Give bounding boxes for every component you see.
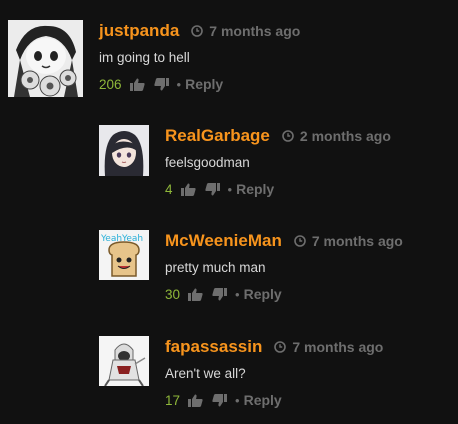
- username[interactable]: justpanda: [99, 21, 179, 41]
- clock-icon: [274, 341, 287, 353]
- vote-count: 17: [165, 392, 181, 408]
- separator-dot: •: [227, 181, 233, 197]
- reply-link[interactable]: Reply: [185, 76, 223, 92]
- thumbs-down-icon[interactable]: [204, 182, 220, 196]
- separator-dot: •: [235, 286, 240, 302]
- thumbs-up-icon[interactable]: [129, 78, 145, 91]
- username[interactable]: McWeenieMan: [165, 231, 282, 251]
- thumbs-down-icon[interactable]: [153, 77, 169, 91]
- avatar[interactable]: [8, 20, 83, 97]
- vote-count: 4: [165, 181, 173, 197]
- timestamp: 7 months ago: [292, 339, 384, 355]
- timestamp: 7 months ago: [311, 233, 403, 249]
- vote-count: 30: [165, 286, 181, 302]
- username[interactable]: RealGarbage: [165, 126, 270, 146]
- clock-icon: [191, 25, 204, 37]
- username[interactable]: fapassassin: [165, 337, 262, 357]
- comment-text: Aren't we all?: [165, 366, 246, 381]
- reply-link[interactable]: Reply: [244, 286, 282, 302]
- clock-icon: [294, 235, 306, 247]
- avatar[interactable]: YeahYeah: [99, 230, 149, 280]
- comment-text: feelsgoodman: [165, 155, 250, 170]
- avatar[interactable]: [99, 125, 149, 176]
- clock-icon: [282, 130, 294, 142]
- thumbs-down-icon[interactable]: [212, 287, 228, 301]
- separator-dot: •: [235, 392, 240, 408]
- thumbs-up-icon[interactable]: [188, 394, 203, 407]
- avatar[interactable]: [99, 336, 149, 386]
- comment-text: pretty much man: [165, 260, 266, 275]
- vote-count: 206: [99, 76, 122, 92]
- separator-dot: •: [176, 76, 182, 92]
- comment-text: im going to hell: [99, 50, 190, 65]
- timestamp: 2 months ago: [299, 128, 391, 144]
- reply-link[interactable]: Reply: [236, 181, 274, 197]
- thumbs-up-icon[interactable]: [180, 183, 196, 196]
- timestamp: 7 months ago: [209, 23, 301, 39]
- thumbs-up-icon[interactable]: [188, 288, 203, 301]
- reply-link[interactable]: Reply: [244, 392, 282, 408]
- thumbs-down-icon[interactable]: [212, 393, 228, 407]
